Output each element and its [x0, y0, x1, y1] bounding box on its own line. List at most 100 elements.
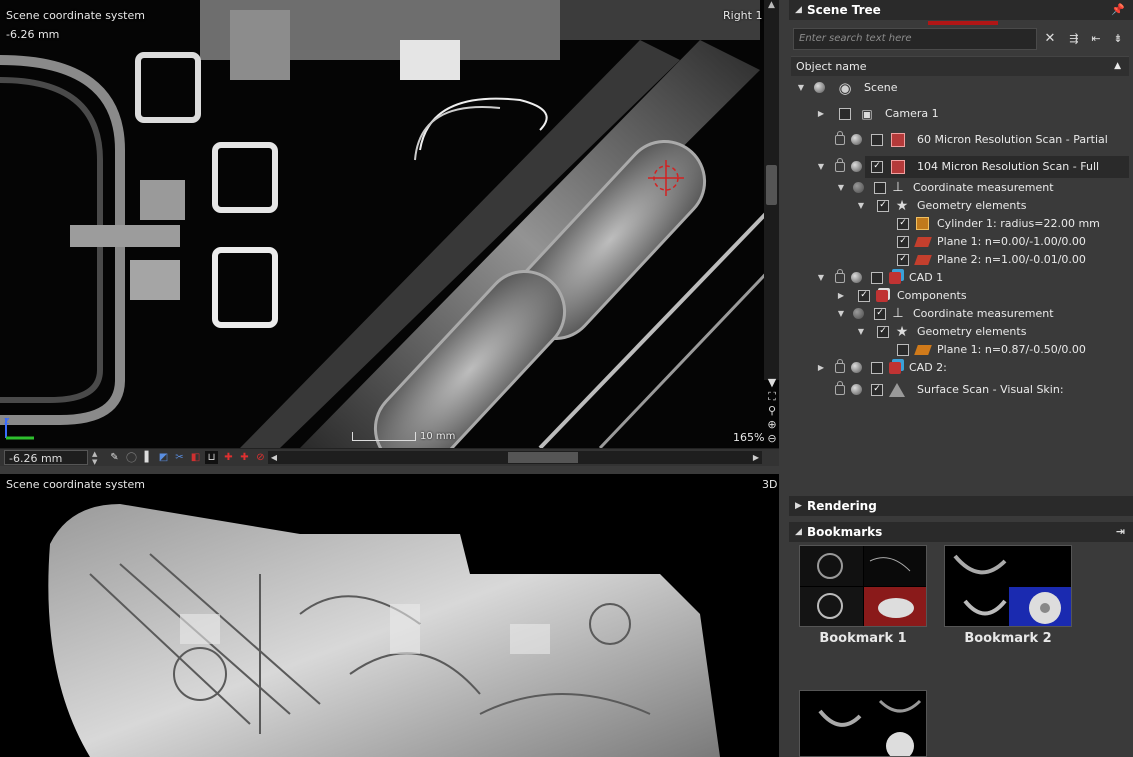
visibility-icon[interactable] — [853, 182, 864, 193]
bookmarks-header[interactable]: ◢ Bookmarks ⇥ — [789, 522, 1133, 542]
marker-delete-icon[interactable]: ⊘ — [254, 451, 267, 464]
expand-arrow-icon[interactable]: ▶ — [816, 105, 826, 123]
tree-item-scene[interactable]: ▼ ◉ Scene — [789, 79, 1133, 97]
bookmark-item[interactable]: Bookmark 2 — [944, 545, 1072, 646]
visibility-checkbox[interactable]: ✓ — [858, 290, 870, 302]
pin-icon[interactable]: ⇥ — [1116, 522, 1125, 542]
tree-item-60-micron-scan[interactable]: 60 Micron Resolution Scan - Partial — [789, 131, 1133, 149]
scroll-up-icon[interactable]: ▲ — [764, 0, 779, 14]
pin-icon[interactable]: 📌 — [1111, 0, 1125, 20]
expand-arrow-icon[interactable]: ▶ — [795, 496, 802, 516]
expand-arrow-icon[interactable]: ▼ — [836, 179, 846, 197]
hscroll-thumb[interactable] — [508, 452, 578, 463]
visibility-icon[interactable] — [851, 272, 862, 283]
tree-item-plane-1[interactable]: ✓ Plane 1: n=0.00/-1.00/0.00 — [789, 233, 1133, 251]
tree-item-surface-scan[interactable]: ✓ Surface Scan - Visual Skin: — [789, 381, 1133, 399]
rendering-header[interactable]: ▶ Rendering — [789, 496, 1133, 516]
flag-tool-icon[interactable]: ◧ — [189, 451, 202, 464]
circle-tool-icon[interactable]: ◯ — [125, 451, 138, 464]
expand-arrow-icon[interactable]: ▼ — [796, 79, 806, 97]
visibility-checkbox[interactable] — [871, 134, 883, 146]
collapse-all-icon[interactable]: ⇤ — [1087, 30, 1105, 48]
lock-icon[interactable] — [835, 131, 845, 145]
scroll-right-icon[interactable]: ▶ — [750, 451, 762, 464]
tree-item-cad-1[interactable]: ▼ CAD 1 — [789, 269, 1133, 287]
tree-item-cad-2[interactable]: ▶ CAD 2: — [789, 359, 1133, 377]
lock-icon[interactable] — [835, 359, 845, 373]
bookmark-item[interactable] — [799, 690, 927, 757]
tree-item-camera[interactable]: ▶ ▣ Camera 1 — [789, 105, 1133, 123]
expand-arrow-icon[interactable]: ▼ — [816, 158, 826, 176]
position-field[interactable]: -6.26 mm — [4, 450, 88, 465]
viewport-splitter[interactable] — [0, 466, 779, 474]
object-name-column-header[interactable]: Object name ▲ — [791, 56, 1129, 77]
search-input[interactable]: Enter search text here — [793, 28, 1037, 50]
visibility-icon[interactable] — [851, 161, 862, 172]
expand-arrow-icon[interactable]: ▼ — [816, 269, 826, 287]
lock-icon[interactable] — [835, 158, 845, 172]
expand-arrow-icon[interactable]: ▼ — [856, 323, 866, 341]
position-spinner-icon[interactable]: ▲ ▼ — [92, 450, 100, 466]
visibility-checkbox[interactable]: ✓ — [874, 308, 886, 320]
visibility-checkbox[interactable]: ✓ — [877, 326, 889, 338]
zoom-icon[interactable]: ⚲ — [765, 404, 779, 418]
tree-item-coordinate-measurement-2[interactable]: ▼ ✓ ⊥ Coordinate measurement — [789, 305, 1133, 323]
tree-item-plane-1-cad[interactable]: Plane 1: n=0.87/-0.50/0.00 — [789, 341, 1133, 359]
zoom-in-icon[interactable]: ⊕ — [765, 418, 779, 432]
tree-item-coordinate-measurement[interactable]: ▼ ⊥ Coordinate measurement — [789, 179, 1133, 197]
visibility-checkbox[interactable]: ✓ — [897, 218, 909, 230]
visibility-icon[interactable] — [853, 308, 864, 319]
visibility-checkbox[interactable] — [839, 108, 851, 120]
scene-tree-header[interactable]: ◢ Scene Tree 📌 — [789, 0, 1133, 20]
tree-item-plane-2[interactable]: ✓ Plane 2: n=1.00/-0.01/0.00 — [789, 251, 1133, 269]
visibility-checkbox[interactable] — [874, 182, 886, 194]
sort-asc-icon[interactable]: ▲ — [1114, 57, 1121, 76]
window-level-icon[interactable]: ▌ — [142, 451, 155, 464]
visibility-checkbox[interactable] — [871, 272, 883, 284]
visibility-icon[interactable] — [851, 134, 862, 145]
slice-horizontal-scrollbar[interactable]: ◀ ▶ — [268, 451, 762, 464]
lock-icon[interactable] — [835, 381, 845, 395]
scroll-down-icon[interactable]: ▼ — [765, 376, 779, 390]
scroll-left-icon[interactable]: ◀ — [268, 451, 280, 464]
tree-item-geometry-elements-2[interactable]: ▼ ✓ ★ Geometry elements — [789, 323, 1133, 341]
bookmark-item[interactable]: Bookmark 1 — [799, 545, 927, 646]
tree-item-104-micron-scan[interactable]: ✓ 104 Micron Resolution Scan - Full — [865, 156, 1129, 178]
marker-tool-icon[interactable]: ✚ — [222, 451, 235, 464]
lock-icon[interactable] — [835, 269, 845, 283]
collapse-arrow-icon[interactable]: ◢ — [795, 0, 802, 20]
visibility-icon[interactable] — [851, 362, 862, 373]
marker-move-icon[interactable]: ✚ — [238, 451, 251, 464]
visibility-checkbox[interactable] — [871, 362, 883, 374]
expand-arrow-icon[interactable]: ▶ — [836, 287, 846, 305]
visibility-icon[interactable] — [814, 82, 825, 93]
cut-tool-icon[interactable]: ✂ — [173, 451, 186, 464]
expand-arrow-icon[interactable]: ▼ — [856, 197, 866, 215]
expand-arrow-icon[interactable]: ▶ — [816, 359, 826, 377]
visibility-checkbox[interactable] — [897, 344, 909, 356]
clear-search-icon[interactable]: ✕ — [1041, 30, 1059, 48]
filter-icon[interactable]: ⇟ — [1109, 30, 1127, 48]
visibility-checkbox[interactable]: ✓ — [871, 384, 883, 396]
visibility-checkbox[interactable]: ✓ — [897, 254, 909, 266]
visibility-checkbox[interactable]: ✓ — [877, 200, 889, 212]
tree-item-cylinder-1[interactable]: ✓ Cylinder 1: radius=22.00 mm — [789, 215, 1133, 233]
expand-all-icon[interactable]: ⇶ — [1065, 30, 1083, 48]
scrollbar-thumb[interactable] — [766, 165, 777, 205]
3d-viewport[interactable]: Scene coordinate system 3D — [0, 474, 779, 757]
gradient-tool-icon[interactable]: ◩ — [157, 451, 170, 464]
slice-vertical-scrollbar[interactable] — [764, 0, 779, 380]
visibility-checkbox[interactable]: ✓ — [897, 236, 909, 248]
ct-slice-viewport[interactable]: Z Scene coordinate system -6.26 mm Right… — [0, 0, 779, 448]
ruler-tool-icon[interactable]: ⊔ — [205, 451, 218, 464]
tree-item-components[interactable]: ▶ ✓ Components — [789, 287, 1133, 305]
expand-arrow-icon[interactable]: ▼ — [836, 305, 846, 323]
pick-tool-icon[interactable]: ✎ — [108, 451, 121, 464]
zoom-out-icon[interactable]: ⊖ — [765, 432, 779, 446]
fit-view-icon[interactable]: ⛶ — [765, 390, 779, 404]
tree-item-geometry-elements[interactable]: ▼ ✓ ★ Geometry elements — [789, 197, 1133, 215]
collapse-arrow-icon[interactable]: ◢ — [795, 522, 802, 542]
visibility-icon[interactable] — [851, 384, 862, 395]
visibility-checkbox[interactable]: ✓ — [871, 161, 883, 173]
panel-splitter[interactable] — [779, 0, 789, 757]
